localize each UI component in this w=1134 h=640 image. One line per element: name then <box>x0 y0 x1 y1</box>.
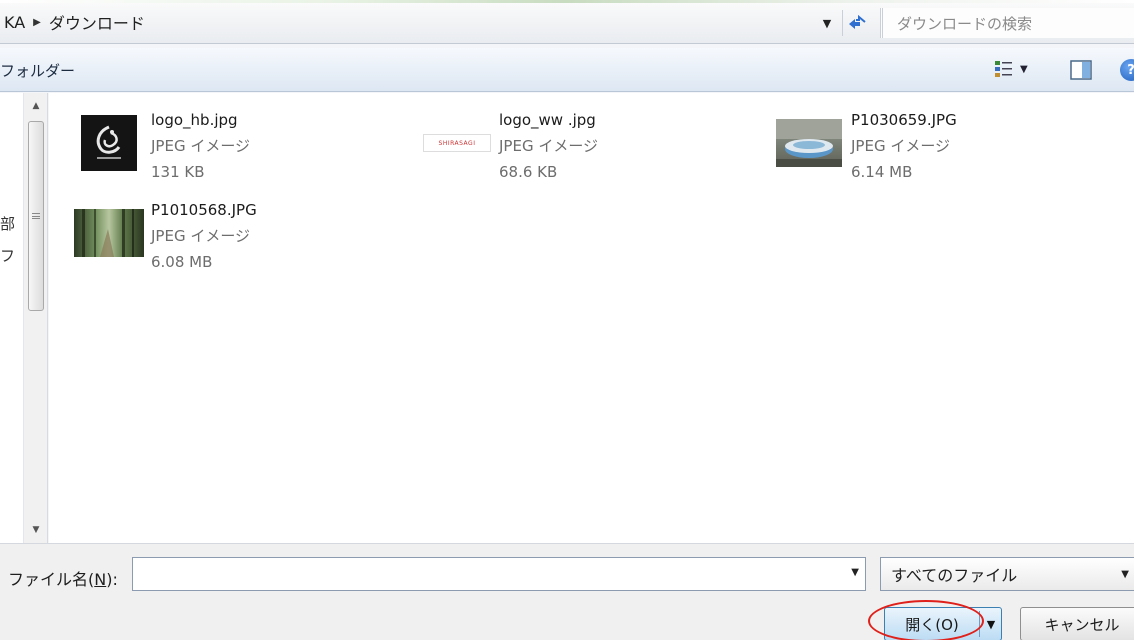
breadcrumb-item-downloads[interactable]: ダウンロード <box>45 10 149 34</box>
nav-item-partial[interactable]: フ <box>0 245 15 266</box>
file-item[interactable]: P1030659.JPG JPEG イメージ 6.14 MB <box>773 107 1113 187</box>
filename-label-suffix: ): <box>106 570 118 589</box>
file-type: JPEG イメージ <box>499 137 599 155</box>
change-view-button[interactable]: ▼ <box>994 60 1028 78</box>
view-options-icon <box>995 61 1012 77</box>
file-meta: P1010568.JPG JPEG イメージ 6.08 MB <box>151 197 257 275</box>
nav-item-partial[interactable]: 部 <box>0 213 15 234</box>
split-divider <box>979 611 980 637</box>
nav-scrollbar[interactable]: ▲ ▼ <box>24 93 48 543</box>
breadcrumb-arrow-icon[interactable]: ▶ <box>29 17 45 28</box>
file-item[interactable]: logo_hb.jpg JPEG イメージ 131 KB <box>73 107 413 187</box>
filename-label-text: ファイル名( <box>8 570 95 589</box>
scroll-up-icon[interactable]: ▲ <box>24 97 48 115</box>
file-name: logo_ww .jpg <box>499 111 596 129</box>
file-size: 68.6 KB <box>499 163 558 181</box>
address-history-dropdown[interactable]: ▼ <box>816 12 838 34</box>
file-thumbnail <box>773 113 845 173</box>
command-toolbar: フォルダー ▼ ? <box>0 48 1134 92</box>
file-type: JPEG イメージ <box>151 137 251 155</box>
chevron-down-icon[interactable]: ▼ <box>1121 569 1129 580</box>
preview-pane-button[interactable] <box>1070 60 1092 80</box>
heron-logo-icon <box>96 125 121 159</box>
file-thumbnail: SHIRASAGI <box>421 113 493 173</box>
chevron-down-icon[interactable]: ▼ <box>851 567 859 578</box>
filename-input[interactable]: ▼ <box>132 557 866 591</box>
search-input[interactable]: ダウンロードの検索 <box>880 8 1134 38</box>
file-name: P1010568.JPG <box>151 201 257 219</box>
file-type: JPEG イメージ <box>151 227 251 245</box>
open-button-label[interactable]: 開く(O) <box>885 608 979 640</box>
file-meta: P1030659.JPG JPEG イメージ 6.14 MB <box>851 107 957 185</box>
file-name: logo_hb.jpg <box>151 111 238 129</box>
file-item[interactable]: P1010568.JPG JPEG イメージ 6.08 MB <box>73 197 413 277</box>
search-placeholder: ダウンロードの検索 <box>897 14 1033 33</box>
open-options-dropdown[interactable]: ▼ <box>982 608 1000 640</box>
refresh-icon <box>848 15 866 29</box>
dialog-footer: ファイル名(N): ▼ すべてのファイル ▼ 開く(O) ▼ キャンセル <box>0 543 1134 640</box>
address-bar: KA ▶ ダウンロード ▼ ダウンロードの検索 <box>0 0 1134 44</box>
cancel-button-label: キャンセル <box>1044 615 1120 634</box>
chevron-down-icon[interactable]: ▼ <box>1020 64 1028 75</box>
cancel-button[interactable]: キャンセル <box>1020 607 1134 640</box>
file-list: logo_hb.jpg JPEG イメージ 131 KB SHIRASAGI l… <box>49 93 1134 543</box>
bowl-photo-icon <box>776 119 842 167</box>
file-size: 6.14 MB <box>851 163 913 181</box>
scrollbar-thumb[interactable] <box>28 121 44 311</box>
filename-label: ファイル名(N): <box>8 566 118 590</box>
filetype-select[interactable]: すべてのファイル ▼ <box>880 557 1134 591</box>
help-icon[interactable]: ? <box>1120 59 1134 81</box>
file-size: 131 KB <box>151 163 205 181</box>
file-size: 6.08 MB <box>151 253 213 271</box>
file-thumbnail <box>73 203 145 263</box>
refresh-button[interactable] <box>842 10 870 36</box>
scroll-down-icon[interactable]: ▼ <box>24 521 48 539</box>
new-folder-button[interactable]: フォルダー <box>0 60 75 81</box>
logo-text: SHIRASAGI <box>438 139 476 147</box>
preview-pane-icon <box>1070 60 1092 80</box>
file-type: JPEG イメージ <box>851 137 951 155</box>
breadcrumb[interactable]: KA ▶ ダウンロード <box>0 10 149 34</box>
file-open-dialog: KA ▶ ダウンロード ▼ ダウンロードの検索 フォルダー ▼ 部 フ ▲ ▼ … <box>0 0 1134 640</box>
file-name: P1030659.JPG <box>851 111 957 129</box>
file-meta: logo_ww .jpg JPEG イメージ 68.6 KB <box>499 107 598 185</box>
forest-photo-icon <box>82 209 134 257</box>
title-bar-edge <box>0 0 1134 3</box>
filename-access-key: N <box>94 570 107 589</box>
navigation-pane: 部 フ <box>0 93 24 543</box>
filetype-selected: すべてのファイル <box>891 566 1018 585</box>
file-thumbnail <box>73 113 145 173</box>
breadcrumb-item-user[interactable]: KA <box>0 13 29 32</box>
file-meta: logo_hb.jpg JPEG イメージ 131 KB <box>151 107 250 185</box>
file-item[interactable]: SHIRASAGI logo_ww .jpg JPEG イメージ 68.6 KB <box>421 107 761 187</box>
open-button[interactable]: 開く(O) ▼ <box>884 607 1002 640</box>
